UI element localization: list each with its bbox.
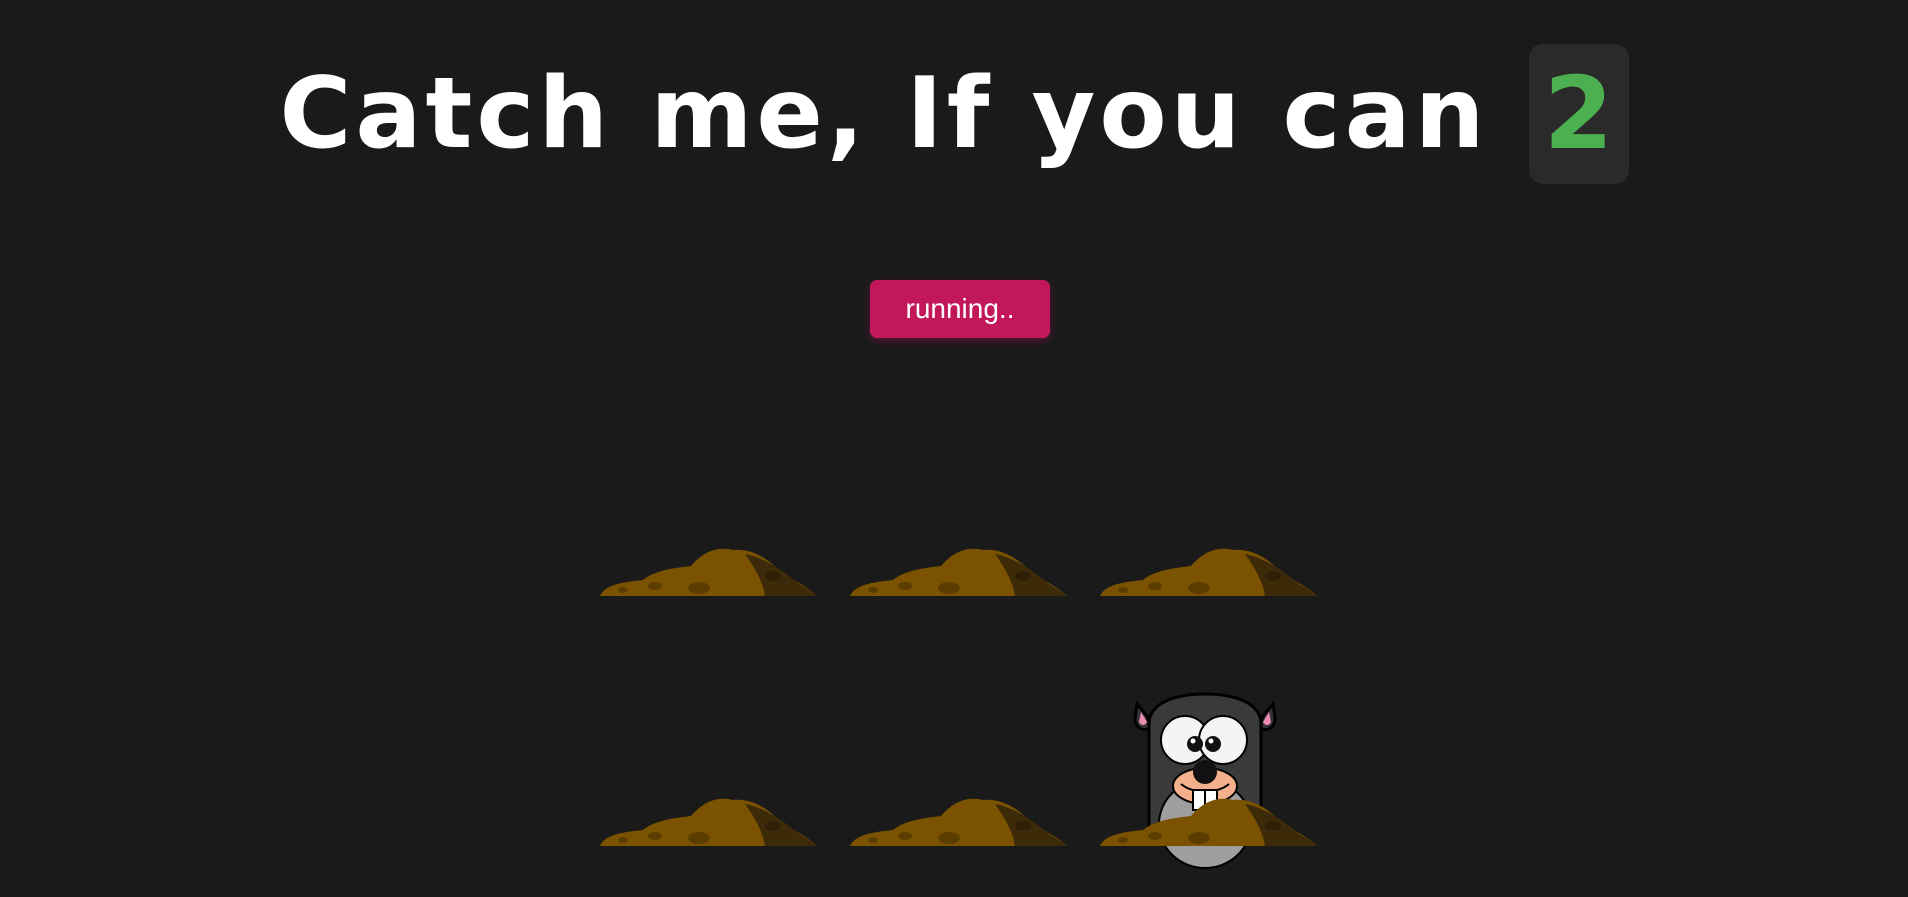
dirt-mound-icon — [850, 798, 1067, 846]
hole-1[interactable] — [595, 450, 821, 650]
page-title: Catch me, If you can — [279, 57, 1489, 171]
hole-4[interactable] — [595, 700, 821, 897]
mole-icon[interactable] — [1095, 692, 1321, 869]
score-value: 2 — [1543, 55, 1614, 172]
hole-5[interactable] — [845, 700, 1071, 897]
hole-6[interactable] — [1095, 692, 1321, 897]
dirt-mound-icon — [600, 798, 817, 846]
hole-2[interactable] — [845, 450, 1071, 650]
header: Catch me, If you can 2 — [0, 40, 1908, 188]
hole-3[interactable] — [1095, 450, 1321, 650]
score-badge: 2 — [1528, 44, 1629, 184]
game-board — [595, 450, 1325, 869]
dirt-mound-icon — [850, 548, 1067, 596]
dirt-mound-icon — [1100, 548, 1317, 596]
dirt-mound-icon — [600, 548, 817, 596]
start-status-button[interactable]: running.. — [870, 280, 1050, 338]
